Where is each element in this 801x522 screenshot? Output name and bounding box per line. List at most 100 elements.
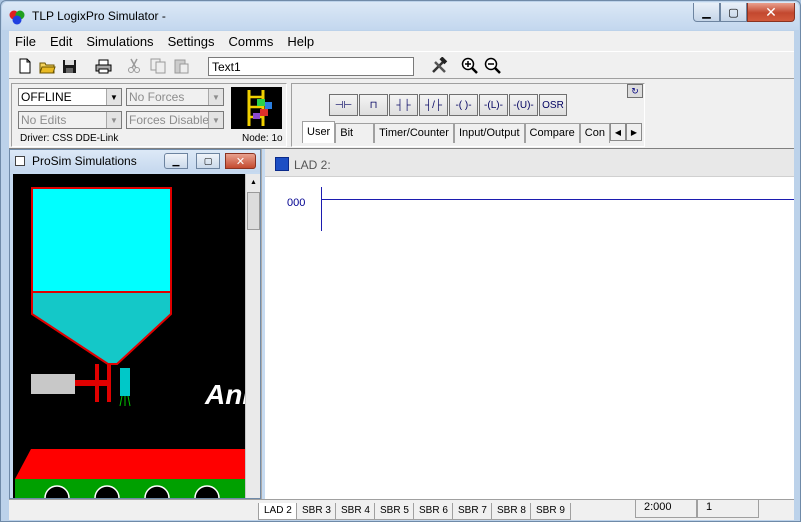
tab-sbr-9[interactable]: SBR 9 <box>530 503 571 520</box>
prosim-minimize-button[interactable]: ▁ <box>164 153 188 169</box>
edits-select[interactable]: No Edits ▼ <box>18 111 122 129</box>
menu-edit[interactable]: Edit <box>44 34 78 49</box>
ladder-header: LAD 2: <box>265 149 794 177</box>
cut-icon <box>128 58 140 73</box>
driver-label: Driver: CSS DDE-Link <box>20 133 119 144</box>
tab-sbr-8[interactable]: SBR 8 <box>491 503 532 520</box>
paste-button[interactable] <box>171 56 191 76</box>
feeder-rod <box>75 380 109 386</box>
tab-timer-counter[interactable]: Timer/Counter <box>374 123 454 143</box>
ote-button[interactable]: -( )- <box>449 94 478 116</box>
otu-button[interactable]: -(U)- <box>509 94 538 116</box>
app-logo-icon <box>9 10 25 25</box>
prosim-window: ProSim Simulations ▁ ▢ ✕ Ani <box>9 149 261 499</box>
prosim-maximize-button[interactable]: ▢ <box>196 153 220 169</box>
new-file-icon <box>19 58 31 74</box>
ladder-icon <box>275 157 289 171</box>
forces-state-select[interactable]: Forces Disabled ▼ <box>126 111 224 129</box>
otl-button[interactable]: -(L)- <box>479 94 508 116</box>
copy-icon <box>150 58 166 74</box>
ladder-title: LAD 2: <box>294 158 331 172</box>
chevron-down-icon: ▼ <box>106 89 121 105</box>
node-label: Node: 1o <box>242 133 283 144</box>
xic-button[interactable]: ┤├ <box>389 94 418 116</box>
save-button[interactable] <box>59 56 79 76</box>
menu-settings[interactable]: Settings <box>162 34 221 49</box>
maximize-button[interactable]: ▢ <box>720 3 747 22</box>
simulation-scrollbar[interactable]: ▲ <box>245 174 260 498</box>
chevron-down-icon: ▼ <box>106 112 121 128</box>
menu-simulations[interactable]: Simulations <box>80 34 159 49</box>
rung-wire[interactable] <box>321 199 794 200</box>
tab-sbr-5[interactable]: SBR 5 <box>374 503 415 520</box>
zoom-out-button[interactable] <box>483 56 503 76</box>
copy-button[interactable] <box>148 56 168 76</box>
prosim-title-bar[interactable]: ProSim Simulations ▁ ▢ ✕ <box>10 150 260 172</box>
status-bar: LAD 2 SBR 3 SBR 4 SBR 5 SBR 6 SBR 7 SBR … <box>9 499 794 520</box>
tab-input-output[interactable]: Input/Output <box>453 123 525 143</box>
tab-user[interactable]: User <box>302 121 336 143</box>
tab-compare[interactable]: Compare <box>524 123 580 143</box>
open-button[interactable] <box>37 56 57 76</box>
zoom-in-button[interactable] <box>460 56 480 76</box>
scrollbar-thumb[interactable] <box>247 192 260 230</box>
title-bar[interactable]: TLP LogixPro Simulator - ▁ ▢ ✕ <box>2 2 799 30</box>
feeder-cylinder <box>31 374 75 394</box>
paste-icon <box>174 59 189 74</box>
xic-rung-button[interactable]: ⊣⊢ <box>329 94 358 116</box>
print-button[interactable] <box>93 56 113 76</box>
tab-lad-2[interactable]: LAD 2 <box>258 503 298 520</box>
window-icon <box>15 156 25 166</box>
ladder-editor-window: LAD 2: 000 <box>262 149 794 499</box>
tools-button[interactable] <box>429 56 449 76</box>
menu-help[interactable]: Help <box>281 34 320 49</box>
left-power-rail <box>321 187 322 231</box>
tab-sbr-6[interactable]: SBR 6 <box>413 503 454 520</box>
mode-select[interactable]: OFFLINE ▼ <box>18 88 122 106</box>
branch-button[interactable]: ⊓ <box>359 94 388 116</box>
forces-state-value: Forces Disabled <box>129 113 216 127</box>
instruction-palette: ⊣⊢ ⊓ ┤├ ┤/├ -( )- -(L)- -(U)- OSR ↻ User… <box>291 83 645 147</box>
overlay-label: Ani <box>204 379 245 410</box>
minimize-button[interactable]: ▁ <box>693 3 720 22</box>
cut-button[interactable] <box>124 56 144 76</box>
client-area: File Edit Simulations Settings Comms Hel… <box>9 31 794 520</box>
tab-scroll-left-button[interactable]: ◀ <box>610 123 626 141</box>
tab-sbr-4[interactable]: SBR 4 <box>335 503 376 520</box>
tab-con[interactable]: Con <box>579 123 610 143</box>
chevron-right-icon: ▶ <box>630 127 638 137</box>
new-file-button[interactable] <box>15 56 35 76</box>
print-icon <box>95 59 111 73</box>
app-window: TLP LogixPro Simulator - ▁ ▢ ✕ File Edit… <box>0 0 801 522</box>
forces-value: No Forces <box>129 90 185 104</box>
chevron-up-icon[interactable]: ▲ <box>247 175 260 190</box>
simulation-canvas[interactable]: Ani <box>13 174 245 498</box>
instruction-tabs: User Bit Timer/Counter Input/Output Comp… <box>302 121 610 143</box>
save-icon <box>62 59 76 73</box>
open-folder-icon <box>38 62 56 73</box>
conveyor-belt <box>15 449 245 479</box>
xio-button[interactable]: ┤/├ <box>419 94 448 116</box>
window-title: TLP LogixPro Simulator - <box>32 9 166 23</box>
toolbar <box>9 51 794 79</box>
rung-number[interactable]: 000 <box>287 197 305 209</box>
tab-sbr-3[interactable]: SBR 3 <box>296 503 337 520</box>
menu-file[interactable]: File <box>9 34 42 49</box>
chevron-down-icon: ▼ <box>208 112 223 128</box>
zoom-in-icon <box>461 57 478 74</box>
osr-button[interactable]: OSR <box>539 94 567 116</box>
name-input[interactable] <box>208 57 414 76</box>
close-button[interactable]: ✕ <box>747 3 795 22</box>
address-readout: 2:000 <box>635 500 697 518</box>
rung-count: 1 <box>697 500 759 518</box>
plc-ladder-logo-icon <box>231 87 282 129</box>
refresh-button[interactable]: ↻ <box>627 84 643 98</box>
tab-sbr-7[interactable]: SBR 7 <box>452 503 493 520</box>
menu-comms[interactable]: Comms <box>223 34 280 49</box>
tab-bit[interactable]: Bit <box>335 123 375 143</box>
forces-select[interactable]: No Forces ▼ <box>126 88 224 106</box>
minimize-icon: ▁ <box>172 155 180 166</box>
tab-scroll-right-button[interactable]: ▶ <box>626 123 642 141</box>
prosim-close-button[interactable]: ✕ <box>225 153 256 169</box>
maximize-icon: ▢ <box>203 155 213 166</box>
